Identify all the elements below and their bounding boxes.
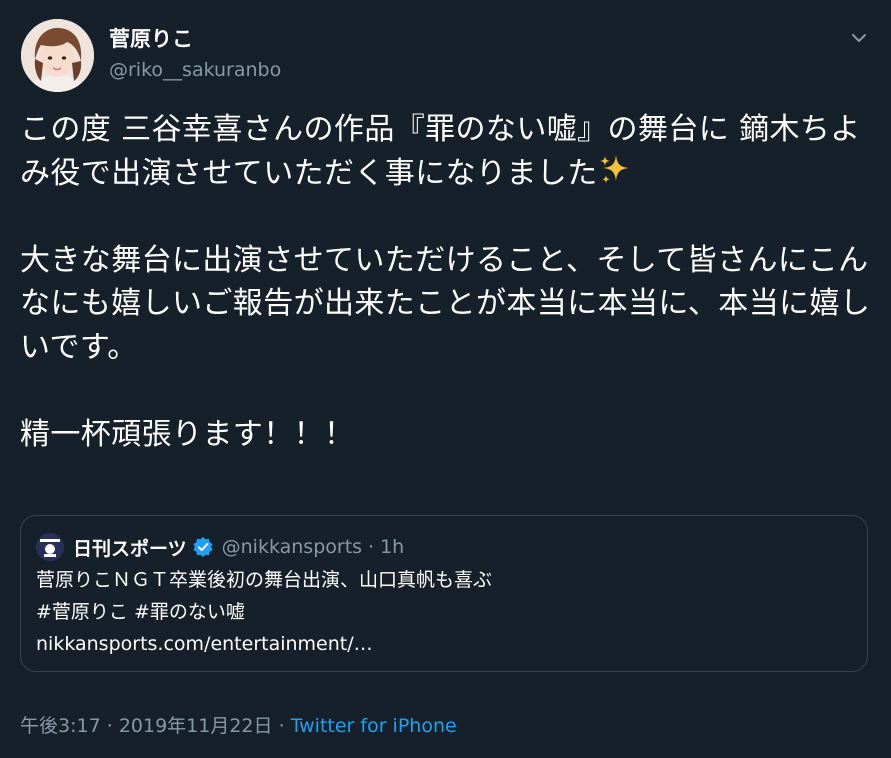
- tweet-date[interactable]: 2019年11月22日: [119, 715, 273, 737]
- quoted-author-name[interactable]: 日刊スポーツ: [73, 534, 187, 561]
- author-info[interactable]: 菅原りこ @riko__sakuranbo: [109, 26, 281, 82]
- quoted-timestamp[interactable]: 1h: [380, 536, 404, 558]
- author-avatar[interactable]: [21, 19, 94, 92]
- verified-badge-icon: [192, 536, 214, 558]
- author-handle[interactable]: @riko__sakuranbo: [109, 58, 281, 82]
- tweet-paragraph-text: 精一杯頑張ります！！！: [20, 416, 355, 452]
- quoted-author-handle[interactable]: @nikkansports: [222, 536, 362, 558]
- tweet-paragraph-text: この度 三谷幸喜さんの作品『罪のない嘘』の舞台に 鏑木ちよみ役で出演させていただ…: [20, 112, 861, 191]
- tweet-time[interactable]: 午後3:17: [20, 715, 101, 737]
- tweet-text: この度 三谷幸喜さんの作品『罪のない嘘』の舞台に 鏑木ちよみ役で出演させていただ…: [20, 108, 876, 456]
- quoted-tweet-header: 日刊スポーツ @nikkansports · 1h: [36, 533, 404, 561]
- quoted-separator: ·: [368, 536, 375, 558]
- author-display-name[interactable]: 菅原りこ: [109, 26, 281, 52]
- meta-separator: ·: [278, 715, 285, 737]
- tweet-paragraph-blank: [20, 195, 876, 239]
- tweet-source-link[interactable]: Twitter for iPhone: [291, 715, 457, 737]
- tweet-meta: 午後3:17 · 2019年11月22日 · Twitter for iPhon…: [20, 713, 457, 739]
- quoted-link: nikkansports.com/entertainment/…: [36, 633, 373, 655]
- quoted-hashtags: #菅原りこ #罪のない嘘: [36, 601, 245, 623]
- tweet-paragraph-text: 大きな舞台に出演させていただけること、そして皆さんにこんなにも嬉しいご報告が出来…: [20, 242, 871, 365]
- tweet-card: 菅原りこ @riko__sakuranbo この度 三谷幸喜さんの作品『罪のない…: [0, 0, 891, 758]
- quoted-author-avatar[interactable]: [36, 533, 64, 561]
- sparkles-emoji-icon: [598, 153, 632, 187]
- quoted-tweet[interactable]: 日刊スポーツ @nikkansports · 1h 菅原りこＮＧＴ卒業後初の舞台…: [20, 515, 868, 672]
- quoted-headline: 菅原りこＮＧＴ卒業後初の舞台出演、山口真帆も喜ぶ: [36, 569, 493, 591]
- tweet-paragraph: この度 三谷幸喜さんの作品『罪のない嘘』の舞台に 鏑木ちよみ役で出演させていただ…: [20, 108, 876, 195]
- chevron-down-icon[interactable]: [849, 28, 869, 48]
- tweet-paragraph-blank: [20, 369, 876, 413]
- meta-separator: ·: [106, 715, 113, 737]
